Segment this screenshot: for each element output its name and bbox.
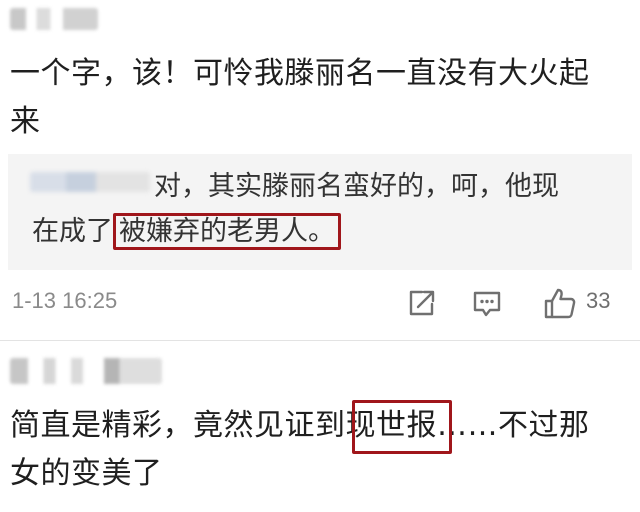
comment-line-2: 来 [10, 104, 41, 139]
comment-line-2: 女的变美了 [10, 456, 163, 491]
timestamp: 1-13 16:25 [12, 288, 118, 313]
username-blurred[interactable] [10, 358, 162, 384]
username-blurred[interactable] [10, 8, 98, 30]
comment-line-1: 一个字，该！可怜我滕丽名一直没有大火起 [10, 56, 590, 91]
reply-text: 对，其实滕丽名蛮好的，呵，他现 在成了 被嫌弃的老男人。 [32, 164, 622, 254]
comment-text: 简直是精彩，竟然见证到现世报……不过那 女的变美了 [10, 402, 640, 498]
comment-line-1-part-b: ……不过那 [437, 408, 590, 443]
comment-line-1-part-a: 简直是精彩，竟然见证到 [10, 408, 346, 443]
divider [0, 340, 640, 341]
comment-text: 一个字，该！可怜我滕丽名一直没有大火起 来 [10, 50, 630, 146]
reply-line-1: 对，其实滕丽名蛮好的，呵，他现 [154, 171, 559, 202]
reply-box[interactable]: 对，其实滕丽名蛮好的，呵，他现 在成了 被嫌弃的老男人。 [8, 154, 632, 270]
like-count: 33 [586, 288, 611, 313]
highlighted-phrase: 被嫌弃的老男人。 [113, 213, 341, 250]
highlight-box [352, 400, 452, 454]
reply-line-2-prefix: 在成了 [32, 216, 113, 247]
thumbs-up-icon[interactable] [542, 286, 578, 322]
comment-icon[interactable] [470, 286, 504, 320]
share-icon[interactable] [404, 286, 438, 320]
comment-meta-row: 1-13 16:25 33 [0, 282, 640, 328]
